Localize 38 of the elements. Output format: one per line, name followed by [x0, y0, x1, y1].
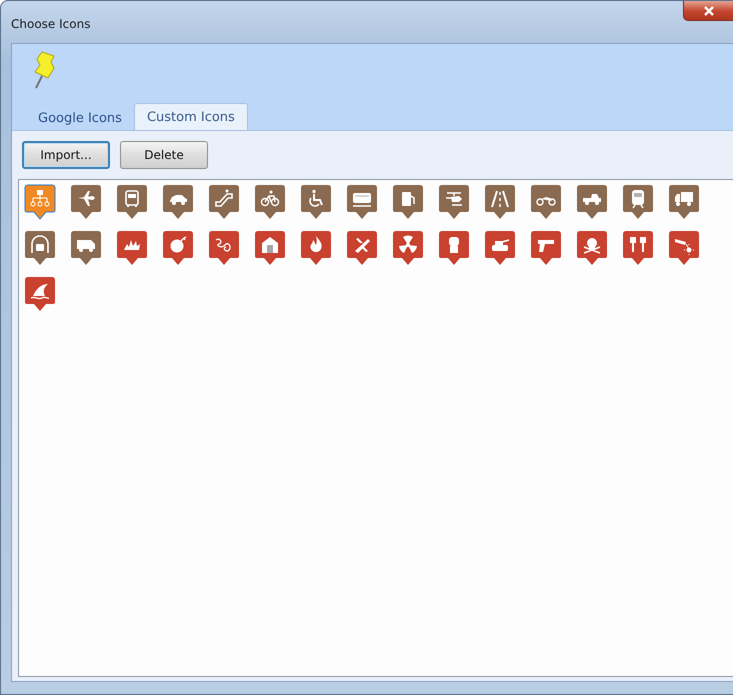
fist-marker-icon[interactable] — [438, 230, 470, 266]
pickup-marker-icon[interactable] — [576, 184, 608, 220]
building-marker-icon[interactable] — [254, 230, 286, 266]
tab[interactable]: Google Icons — [24, 106, 134, 130]
fin-marker-icon[interactable] — [24, 276, 56, 312]
delete-button[interactable]: Delete — [120, 141, 208, 169]
tab[interactable]: Custom Icons — [134, 103, 248, 130]
van-marker-icon[interactable] — [70, 230, 102, 266]
laser-marker-icon[interactable] — [668, 230, 700, 266]
brushes-marker-icon[interactable] — [622, 230, 654, 266]
wheelchair-marker-icon[interactable] — [300, 184, 332, 220]
explosion-marker-icon[interactable] — [116, 230, 148, 266]
road-marker-icon[interactable] — [484, 184, 516, 220]
bus-marker-icon[interactable] — [116, 184, 148, 220]
fuel-marker-icon[interactable] — [392, 184, 424, 220]
close-button[interactable] — [683, 1, 733, 21]
car-marker-icon[interactable] — [162, 184, 194, 220]
escalator-marker-icon[interactable] — [208, 184, 240, 220]
window-title: Choose Icons — [11, 17, 90, 31]
radiation-marker-icon[interactable] — [392, 230, 424, 266]
bomb-marker-icon[interactable] — [162, 230, 194, 266]
skull-marker-icon[interactable] — [576, 230, 608, 266]
crash-marker-icon[interactable] — [346, 230, 378, 266]
close-icon — [702, 6, 714, 16]
network-marker-icon[interactable] — [24, 184, 56, 220]
import-button[interactable]: Import... — [22, 141, 110, 169]
gun-marker-icon[interactable] — [530, 230, 562, 266]
motorcycle-marker-icon[interactable] — [530, 184, 562, 220]
scribble-marker-icon[interactable] — [208, 230, 240, 266]
truck-marker-icon[interactable] — [668, 184, 700, 220]
bicycle-marker-icon[interactable] — [254, 184, 286, 220]
tunnel-marker-icon[interactable] — [24, 230, 56, 266]
fire-marker-icon[interactable] — [300, 230, 332, 266]
helicopter-marker-icon[interactable] — [438, 184, 470, 220]
plane-marker-icon[interactable] — [70, 184, 102, 220]
tram-marker-icon[interactable] — [346, 184, 378, 220]
tank-marker-icon[interactable] — [484, 230, 516, 266]
train-marker-icon[interactable] — [622, 184, 654, 220]
